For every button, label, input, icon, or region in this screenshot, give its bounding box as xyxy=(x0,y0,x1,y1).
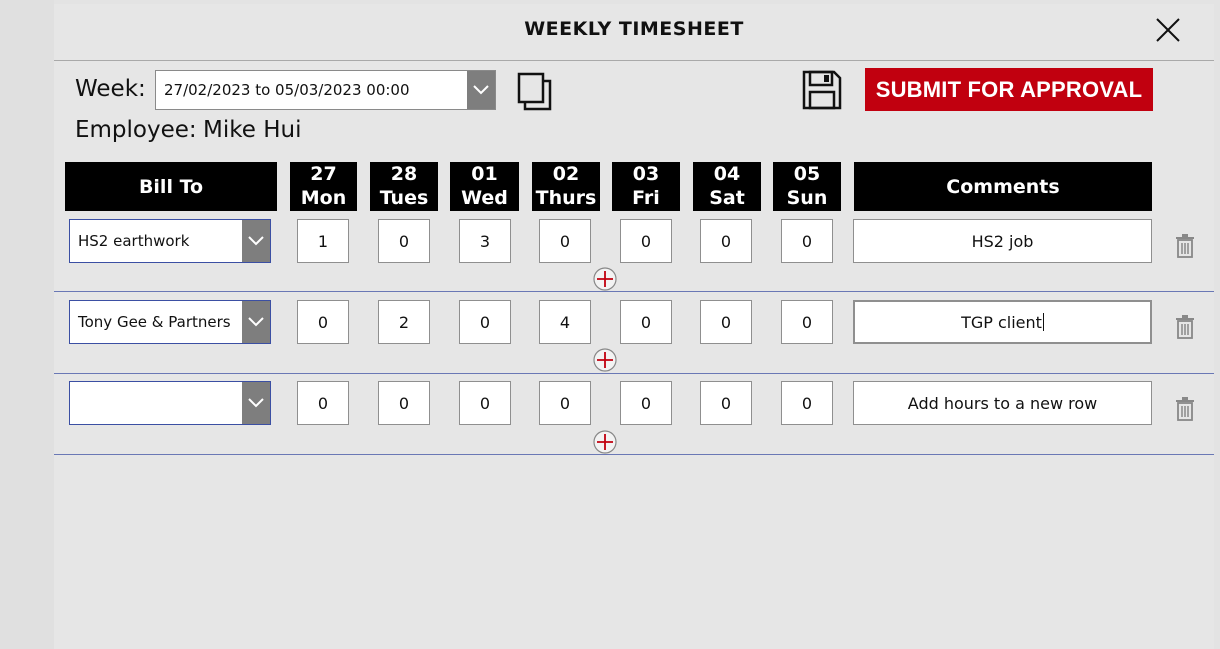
bill-to-value: Tony Gee & Partners xyxy=(78,313,231,331)
hours-input-tue[interactable]: 0 xyxy=(378,219,430,263)
save-icon[interactable] xyxy=(802,70,842,110)
hours-input-sat[interactable]: 0 xyxy=(700,219,752,263)
column-header-day: 03 Fri xyxy=(612,162,680,211)
day-name: Sat xyxy=(709,187,745,209)
hours-input-thu[interactable]: 0 xyxy=(539,219,591,263)
bill-to-dropdown[interactable] xyxy=(69,381,271,425)
add-row-icon[interactable] xyxy=(593,348,617,372)
page-title: WEEKLY TIMESHEET xyxy=(524,18,744,40)
column-header-day: 02 Thurs xyxy=(532,162,600,211)
timesheet-panel: WEEKLY TIMESHEET Week: 27/02/2023 to 05/… xyxy=(54,4,1214,649)
hours-input-wed[interactable]: 0 xyxy=(459,300,511,344)
text-caret xyxy=(1042,313,1044,331)
copy-icon[interactable] xyxy=(517,72,553,112)
column-header-day: 04 Sat xyxy=(693,162,761,211)
comment-text: TGP client xyxy=(961,312,1042,332)
trash-icon[interactable] xyxy=(1175,315,1195,339)
trash-icon[interactable] xyxy=(1175,397,1195,421)
employee-label: Employee: xyxy=(75,117,197,143)
day-number: 05 xyxy=(793,163,821,185)
add-row-icon[interactable] xyxy=(593,267,617,291)
left-margin-strip xyxy=(0,0,54,649)
comment-input-focused[interactable]: TGP client xyxy=(853,300,1152,344)
chevron-down-icon[interactable] xyxy=(242,382,270,424)
chevron-down-icon[interactable] xyxy=(242,220,270,262)
hours-input-tue[interactable]: 0 xyxy=(378,381,430,425)
column-header-label: Comments xyxy=(946,175,1060,198)
column-header-day: 28 Tues xyxy=(370,162,438,211)
hours-input-fri[interactable]: 0 xyxy=(620,300,672,344)
chevron-down-icon[interactable] xyxy=(467,71,495,109)
hours-input-mon[interactable]: 1 xyxy=(297,219,349,263)
add-row-icon[interactable] xyxy=(593,430,617,454)
hours-input-sun[interactable]: 0 xyxy=(781,219,833,263)
hours-input-fri[interactable]: 0 xyxy=(620,219,672,263)
column-header-day: 01 Wed xyxy=(450,162,519,211)
day-number: 03 xyxy=(632,163,660,185)
comment-input[interactable]: HS2 job xyxy=(853,219,1152,263)
close-icon[interactable] xyxy=(1154,16,1182,44)
week-dropdown[interactable]: 27/02/2023 to 05/03/2023 00:00 xyxy=(155,70,496,110)
trash-icon[interactable] xyxy=(1175,234,1195,258)
hours-input-tue[interactable]: 2 xyxy=(378,300,430,344)
day-name: Mon xyxy=(300,187,347,209)
column-header-bill-to: Bill To xyxy=(65,162,277,211)
hours-input-sun[interactable]: 0 xyxy=(781,300,833,344)
day-number: 04 xyxy=(713,163,741,185)
hours-input-sun[interactable]: 0 xyxy=(781,381,833,425)
column-header-day: 05 Sun xyxy=(773,162,841,211)
column-header-day: 27 Mon xyxy=(290,162,357,211)
chevron-down-icon[interactable] xyxy=(242,301,270,343)
hours-input-mon[interactable]: 0 xyxy=(297,381,349,425)
day-number: 28 xyxy=(390,163,418,185)
column-header-label: Bill To xyxy=(138,175,204,198)
day-name: Fri xyxy=(632,187,660,209)
hours-input-thu[interactable]: 0 xyxy=(539,381,591,425)
row-separator xyxy=(54,454,1214,455)
hours-input-wed[interactable]: 0 xyxy=(459,381,511,425)
hours-input-fri[interactable]: 0 xyxy=(620,381,672,425)
column-header-comments: Comments xyxy=(854,162,1152,211)
row-separator xyxy=(54,291,1214,292)
day-name: Thurs xyxy=(535,187,597,209)
bill-to-value: HS2 earthwork xyxy=(78,232,190,250)
hours-input-sat[interactable]: 0 xyxy=(700,300,752,344)
hours-input-thu[interactable]: 4 xyxy=(539,300,591,344)
submit-for-approval-button[interactable]: SUBMIT FOR APPROVAL xyxy=(865,68,1153,111)
hours-input-sat[interactable]: 0 xyxy=(700,381,752,425)
day-number: 27 xyxy=(310,163,337,185)
bill-to-dropdown[interactable]: HS2 earthwork xyxy=(69,219,271,263)
day-name: Sun xyxy=(786,187,828,209)
week-label: Week: xyxy=(75,76,146,102)
week-dropdown-value: 27/02/2023 to 05/03/2023 00:00 xyxy=(164,81,410,99)
day-name: Tues xyxy=(379,187,429,209)
day-number: 02 xyxy=(552,163,580,185)
employee-name: Mike Hui xyxy=(203,117,302,143)
title-divider xyxy=(54,60,1214,61)
day-name: Wed xyxy=(461,187,508,209)
hours-input-mon[interactable]: 0 xyxy=(297,300,349,344)
hours-input-wed[interactable]: 3 xyxy=(459,219,511,263)
day-number: 01 xyxy=(471,163,498,185)
bill-to-dropdown[interactable]: Tony Gee & Partners xyxy=(69,300,271,344)
comment-input[interactable]: Add hours to a new row xyxy=(853,381,1152,425)
row-separator xyxy=(54,373,1214,374)
